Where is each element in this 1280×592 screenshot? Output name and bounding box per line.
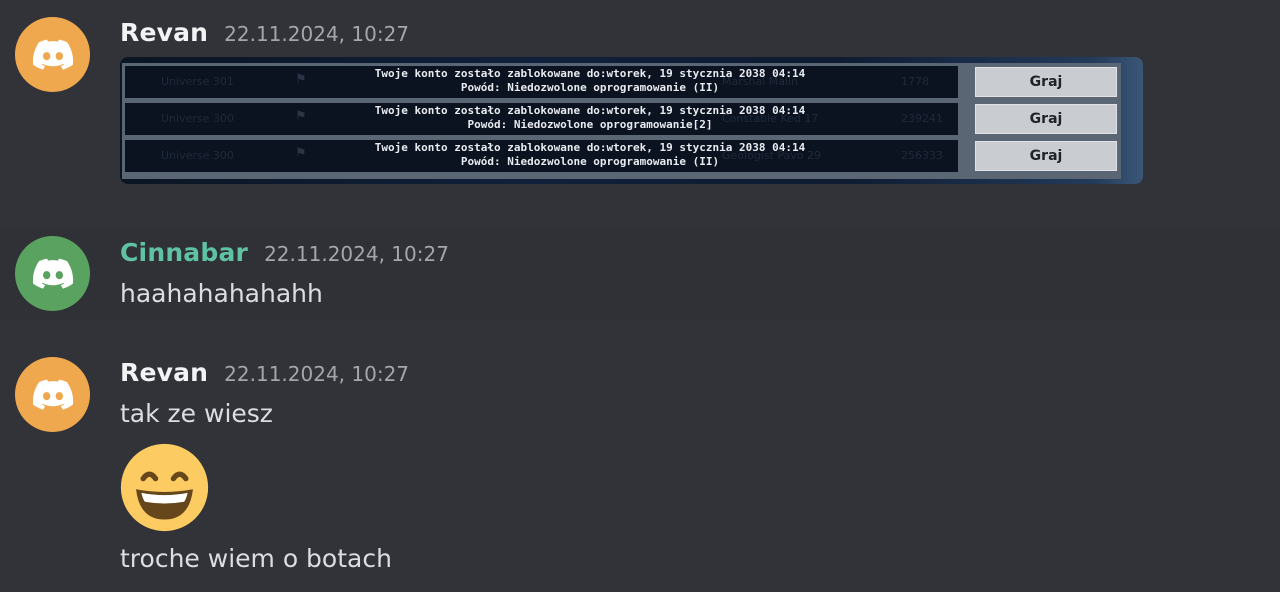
message-text: tak ze wiesz xyxy=(120,399,273,428)
timestamp[interactable]: 22.11.2024, 10:27 xyxy=(224,22,409,46)
timestamp[interactable]: 22.11.2024, 10:27 xyxy=(264,242,449,266)
username[interactable]: Revan xyxy=(120,358,208,387)
ban-notice: Twoje konto zostało zablokowane do:wtore… xyxy=(250,104,930,132)
server-row: Universe 300 ⚑ Constable Ked 17 239241 T… xyxy=(125,103,1117,135)
ban-line: Twoje konto zostało zablokowane do:wtore… xyxy=(374,104,806,117)
grinning-smile-emoji[interactable] xyxy=(120,443,209,532)
discord-logo-icon xyxy=(32,258,73,289)
discord-logo-icon xyxy=(32,379,73,410)
ban-line: Twoje konto zostało zablokowane do:wtore… xyxy=(374,141,806,154)
ban-reason: Powód: Niedozwolone oprogramowanie (II) xyxy=(460,155,720,168)
user-avatar-revan[interactable] xyxy=(15,357,90,432)
play-button[interactable]: Graj xyxy=(975,141,1117,171)
message-header: Cinnabar 22.11.2024, 10:27 xyxy=(120,238,449,267)
server-row: Universe 300 ⚑ Geologist Pavo 29 256333 … xyxy=(125,140,1117,172)
server-row: Universe 301 ⚑ Marshal Malin 1778 Twoje … xyxy=(125,66,1117,98)
message-header: Revan 22.11.2024, 10:27 xyxy=(120,358,409,387)
play-button[interactable]: Graj xyxy=(975,104,1117,134)
username[interactable]: Cinnabar xyxy=(120,238,248,267)
ban-reason: Powód: Niedozwolone oprogramowanie (II) xyxy=(460,81,720,94)
message-text: haahahahahahh xyxy=(120,279,323,308)
username[interactable]: Revan xyxy=(120,18,208,47)
discord-logo-icon xyxy=(32,39,73,70)
timestamp[interactable]: 22.11.2024, 10:27 xyxy=(224,362,409,386)
chat-log: Revan 22.11.2024, 10:27 Universe 301 ⚑ M… xyxy=(0,0,1280,592)
ghost-universe: Universe 300 xyxy=(161,112,234,125)
ban-reason: Powód: Niedozwolone oprogramowanie[2] xyxy=(467,118,713,131)
play-button[interactable]: Graj xyxy=(975,67,1117,97)
message-header: Revan 22.11.2024, 10:27 xyxy=(120,18,409,47)
embedded-screenshot[interactable]: Universe 301 ⚑ Marshal Malin 1778 Twoje … xyxy=(120,57,1143,184)
ban-notice: Twoje konto zostało zablokowane do:wtore… xyxy=(250,67,930,95)
ghost-universe: Universe 300 xyxy=(161,149,234,162)
message-text: troche wiem o botach xyxy=(120,544,392,573)
ban-notice: Twoje konto zostało zablokowane do:wtore… xyxy=(250,141,930,169)
user-avatar-revan[interactable] xyxy=(15,17,90,92)
ban-line: Twoje konto zostało zablokowane do:wtore… xyxy=(374,67,806,80)
ghost-universe: Universe 301 xyxy=(161,75,234,88)
server-list-panel: Universe 301 ⚑ Marshal Malin 1778 Twoje … xyxy=(122,63,1121,179)
user-avatar-cinnabar[interactable] xyxy=(15,236,90,311)
